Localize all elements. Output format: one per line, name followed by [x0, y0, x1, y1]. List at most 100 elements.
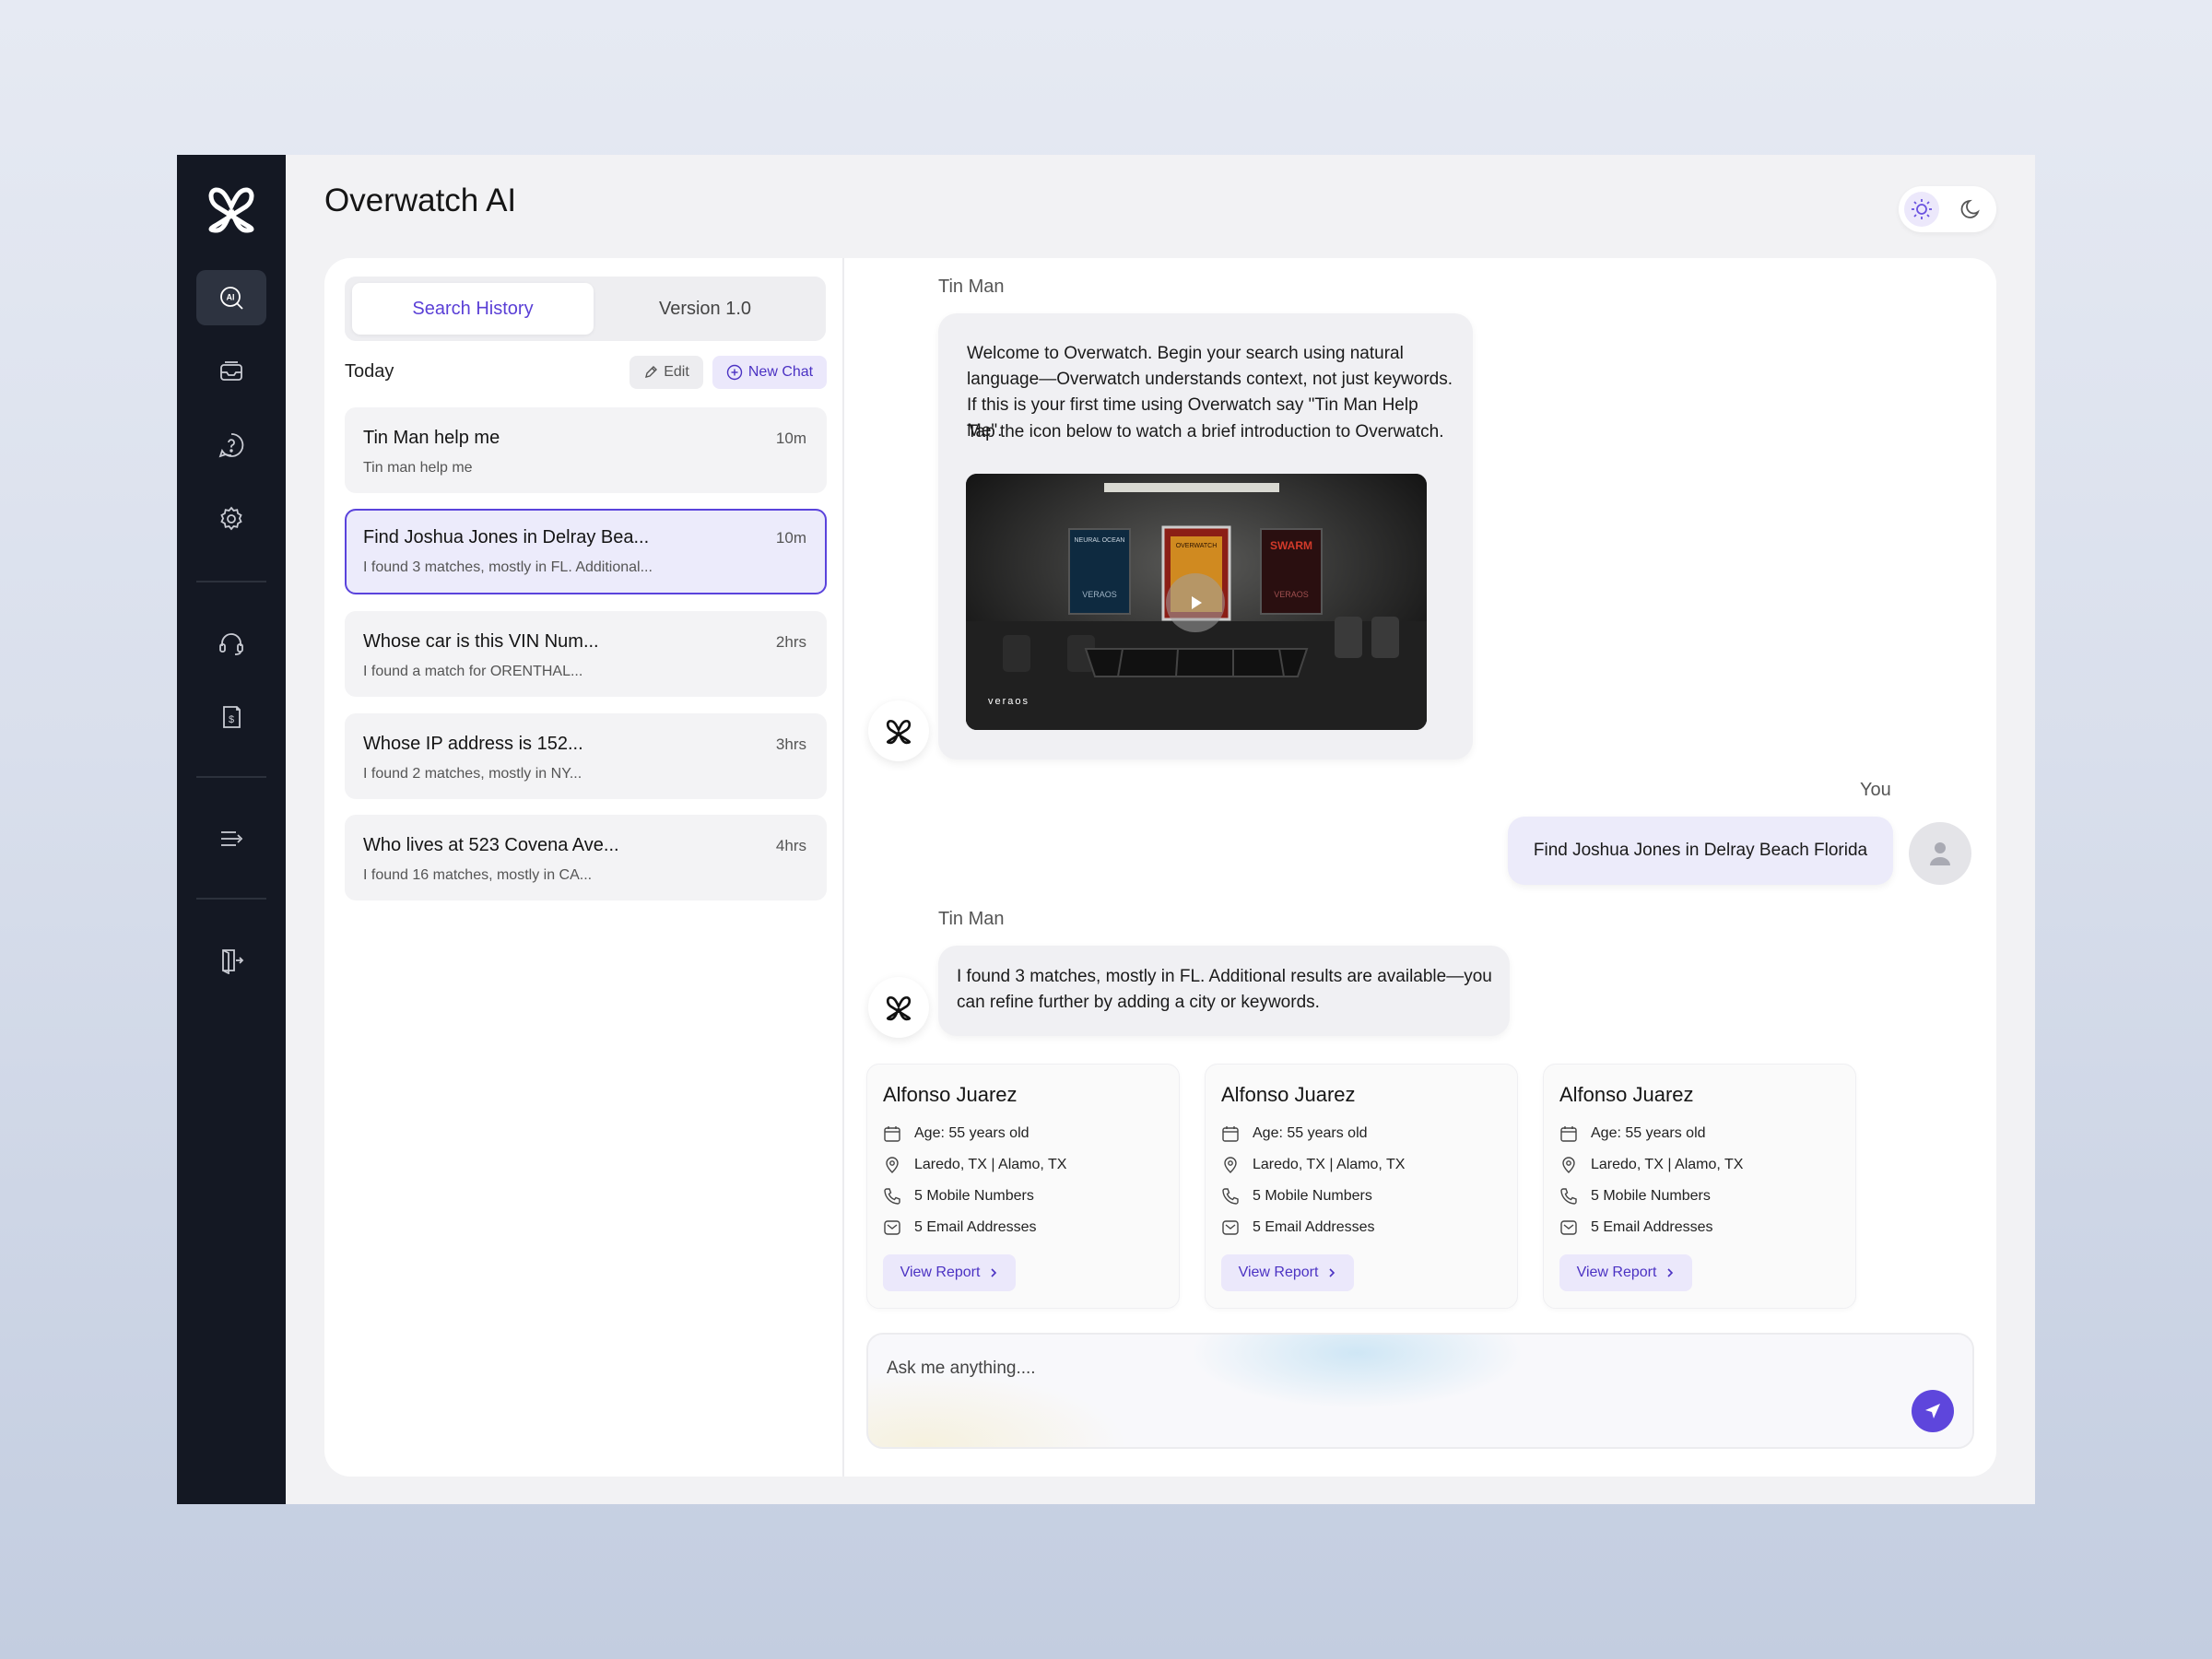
ai-search-icon: AI — [220, 287, 243, 310]
pencil-icon — [645, 366, 658, 378]
history-item-time: 2hrs — [775, 633, 806, 651]
result-emails: 5 Email Addresses — [1221, 1217, 1375, 1239]
svg-text:$: $ — [229, 714, 234, 725]
user-sender-name: You — [1860, 780, 1891, 800]
history-item-preview: Tin man help me — [363, 460, 473, 476]
app-title: Overwatch AI — [324, 182, 517, 218]
history-item[interactable]: Tin Man help me 10m Tin man help me — [345, 407, 827, 493]
overwatch-logo — [208, 187, 254, 233]
nav-settings[interactable] — [196, 491, 266, 547]
result-name: Alfonso Juarez — [1559, 1083, 1694, 1106]
history-item[interactable]: Whose car is this VIN Num... 2hrs I foun… — [345, 611, 827, 697]
calendar-icon — [884, 1126, 900, 1142]
result-location: Laredo, TX | Alamo, TX — [1221, 1154, 1405, 1176]
headset-icon — [219, 633, 243, 655]
nav-logout[interactable] — [196, 933, 266, 988]
inbox-icon — [220, 361, 242, 381]
result-phones-text: 5 Mobile Numbers — [914, 1188, 1034, 1204]
bot-avatar — [868, 700, 929, 761]
result-phones-text: 5 Mobile Numbers — [1591, 1188, 1711, 1204]
bot-avatar — [868, 977, 929, 1038]
plus-circle-icon — [726, 364, 743, 381]
history-item[interactable]: Whose IP address is 152... 3hrs I found … — [345, 713, 827, 799]
section-label: Today — [345, 361, 394, 382]
history-item-title: Find Joshua Jones in Delray Bea... — [363, 527, 650, 547]
tab-search-history[interactable]: Search History — [352, 283, 594, 335]
nav-menu[interactable] — [196, 811, 266, 866]
location-pin-icon — [886, 1157, 899, 1173]
welcome-message: Welcome to Overwatch. Begin your search … — [938, 313, 1473, 759]
tab-bar: Search History Version 1.0 — [345, 276, 826, 341]
result-age-text: Age: 55 years old — [1253, 1125, 1368, 1141]
gear-icon — [220, 506, 242, 531]
svg-text:AI: AI — [227, 293, 235, 302]
nav-billing[interactable]: $ — [196, 689, 266, 745]
play-icon — [1192, 596, 1202, 609]
history-column: Search History Version 1.0 Today Edit Ne… — [324, 258, 844, 1477]
nav-inbox[interactable] — [196, 344, 266, 399]
view-report-label: View Report — [900, 1265, 981, 1280]
view-report-button[interactable]: View Report — [883, 1254, 1016, 1291]
send-icon — [1925, 1404, 1940, 1418]
view-report-button[interactable]: View Report — [1559, 1254, 1692, 1291]
avatar — [1909, 822, 1971, 885]
welcome-hint: Tap the icon below to watch a brief intr… — [967, 422, 1444, 441]
send-button[interactable] — [1912, 1390, 1954, 1432]
new-chat-button[interactable]: New Chat — [712, 356, 827, 389]
bot-sender-name: Tin Man — [938, 909, 1005, 929]
billing-icon: $ — [223, 706, 241, 728]
result-card: Alfonso Juarez Age: 55 years old Laredo,… — [1543, 1064, 1856, 1309]
dark-mode-button[interactable] — [1954, 192, 1989, 227]
chevron-right-icon — [1667, 1268, 1674, 1277]
sun-icon — [1912, 199, 1932, 219]
nav-ai-search[interactable]: AI — [196, 270, 266, 325]
result-phones: 5 Mobile Numbers — [1221, 1185, 1372, 1207]
tab-version[interactable]: Version 1.0 — [584, 283, 826, 335]
menu-icon — [221, 831, 243, 846]
result-location: Laredo, TX | Alamo, TX — [883, 1154, 1066, 1176]
sidebar-divider — [196, 776, 266, 778]
edit-button[interactable]: Edit — [629, 356, 703, 389]
view-report-button[interactable]: View Report — [1221, 1254, 1354, 1291]
history-item-time: 10m — [775, 529, 806, 547]
nav-help[interactable] — [196, 418, 266, 473]
result-emails: 5 Email Addresses — [1559, 1217, 1713, 1239]
composer — [866, 1333, 1974, 1449]
location-pin-icon — [1562, 1157, 1575, 1173]
phone-icon — [884, 1188, 900, 1205]
history-item-preview: I found 2 matches, mostly in NY... — [363, 766, 582, 782]
result-age: Age: 55 years old — [1221, 1123, 1368, 1145]
result-card: Alfonso Juarez Age: 55 years old Laredo,… — [1205, 1064, 1518, 1309]
edit-label: Edit — [664, 364, 689, 380]
poster-right-title: SWARM — [1270, 539, 1312, 552]
result-age: Age: 55 years old — [883, 1123, 1030, 1145]
theme-toggle[interactable] — [1899, 186, 1996, 232]
email-icon — [1560, 1220, 1577, 1235]
history-item[interactable]: Who lives at 523 Covena Ave... 4hrs I fo… — [345, 815, 827, 900]
result-name: Alfonso Juarez — [1221, 1083, 1356, 1106]
result-age-text: Age: 55 years old — [914, 1125, 1030, 1141]
poster-center-title: OVERWATCH — [1176, 543, 1218, 549]
sidebar-divider — [196, 898, 266, 900]
history-item-selected[interactable]: Find Joshua Jones in Delray Bea... 10m I… — [345, 509, 827, 594]
intro-video[interactable]: NEURAL OCEAN VERAOS OVERWATCH SWARM VERA… — [966, 474, 1427, 730]
result-age-text: Age: 55 years old — [1591, 1125, 1706, 1141]
poster-left-brand: VERAOS — [1082, 590, 1117, 599]
play-button[interactable] — [1166, 573, 1225, 632]
app-window: AI $ Overwatch AI Search History Version… — [177, 155, 2035, 1504]
light-mode-button[interactable] — [1904, 192, 1939, 227]
nav-support[interactable] — [196, 616, 266, 671]
poster-right-brand: VERAOS — [1274, 590, 1309, 599]
logout-icon — [222, 949, 244, 974]
poster-left-title: NEURAL OCEAN — [1075, 537, 1125, 544]
history-item-title: Who lives at 523 Covena Ave... — [363, 835, 619, 855]
new-chat-label: New Chat — [747, 364, 814, 380]
moon-icon — [1960, 199, 1980, 218]
view-report-label: View Report — [1576, 1265, 1657, 1280]
history-item-preview: I found 16 matches, mostly in CA... — [363, 867, 593, 883]
help-icon — [218, 433, 244, 458]
chat-input[interactable] — [887, 1353, 1808, 1384]
sidebar: AI $ — [177, 155, 286, 1504]
history-item-time: 4hrs — [775, 837, 806, 854]
result-location-text: Laredo, TX | Alamo, TX — [914, 1157, 1067, 1172]
